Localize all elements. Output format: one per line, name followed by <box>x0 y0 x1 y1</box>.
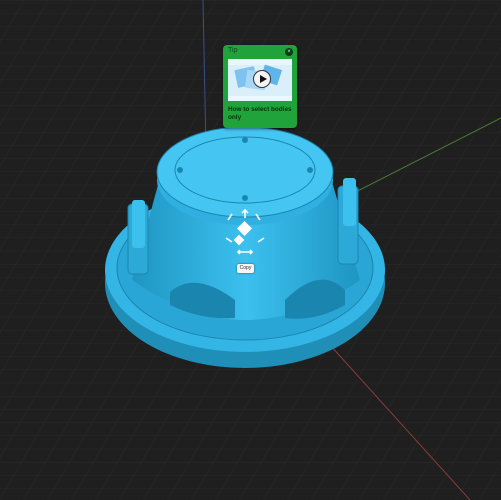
tip-title: Tip <box>228 47 238 54</box>
3d-viewport[interactable]: Tip × How to select bodies only Copy <box>0 0 501 500</box>
thumbnail-footer <box>228 96 292 101</box>
tip-video-thumbnail[interactable] <box>228 59 292 101</box>
tip-caption: How to select bodies only <box>228 106 292 121</box>
thumbnail-header <box>228 59 292 65</box>
copy-button[interactable]: Copy <box>237 264 254 273</box>
tip-card: Tip × How to select bodies only <box>223 45 297 128</box>
play-icon[interactable] <box>253 70 271 88</box>
close-icon[interactable]: × <box>285 48 293 56</box>
